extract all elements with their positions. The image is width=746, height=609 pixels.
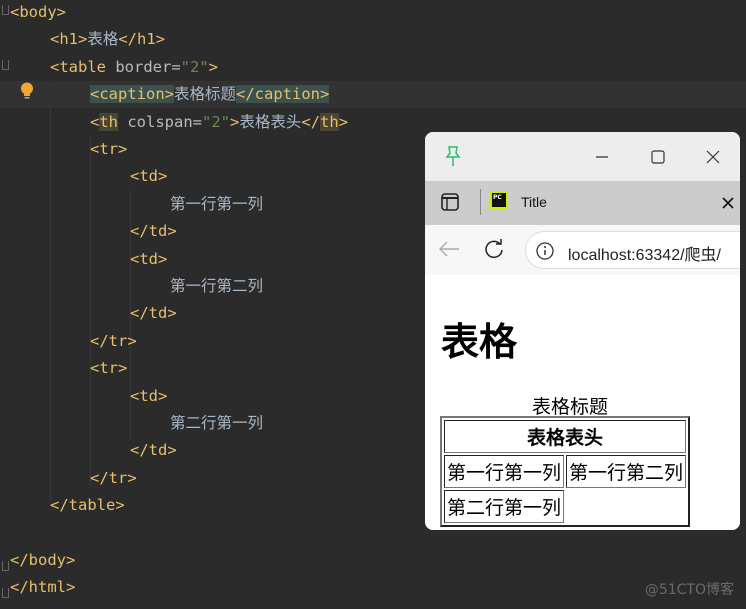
table-row: 第二行第一列 xyxy=(444,490,686,523)
code-line[interactable]: </html> xyxy=(0,574,75,601)
code-token: 第一行第二列 xyxy=(170,277,264,295)
code-token: <tr> xyxy=(90,359,128,378)
code-token: </ xyxy=(301,112,321,131)
code-line[interactable]: <body> xyxy=(0,0,66,26)
code-token: <td> xyxy=(130,167,168,186)
code-line[interactable]: 第一行第二列 xyxy=(0,273,263,300)
fold-marker-icon[interactable] xyxy=(2,59,9,70)
url-text: localhost:63342/爬虫/ xyxy=(568,247,721,264)
code-line[interactable]: </body> xyxy=(0,547,75,574)
fold-marker-icon[interactable] xyxy=(2,5,9,15)
refresh-icon[interactable] xyxy=(484,239,504,259)
table-caption: 表格标题 xyxy=(531,396,608,418)
code-token: < xyxy=(90,112,100,131)
code-token: 表格表头 xyxy=(239,112,302,131)
code-line[interactable]: <td> xyxy=(0,163,167,190)
watermark: @51CTO博客 xyxy=(644,582,734,598)
code-line[interactable]: </td> xyxy=(0,437,177,464)
code-token: </table> xyxy=(50,496,125,515)
back-icon[interactable] xyxy=(438,240,460,258)
code-line[interactable]: <th colspan="2">表格表头</th> xyxy=(0,109,348,136)
code-line[interactable]: </td> xyxy=(0,300,177,327)
close-window-icon[interactable] xyxy=(706,150,720,164)
table-header-row: 表格表头 xyxy=(444,420,687,453)
code-line[interactable]: <td> xyxy=(0,383,167,410)
code-token: </td> xyxy=(130,441,177,460)
code-token: 第一行第一列 xyxy=(170,194,264,213)
minimize-icon[interactable] xyxy=(595,150,609,164)
table-cell: 第二行第一列 xyxy=(444,490,565,523)
code-line[interactable]: <tr> xyxy=(0,136,127,163)
tab-bar: PC Title xyxy=(425,181,740,225)
code-token: th xyxy=(99,112,119,131)
code-token: </caption> xyxy=(236,85,330,104)
code-token: <table xyxy=(50,57,116,76)
code-token: </td> xyxy=(130,222,177,241)
code-line[interactable]: 第二行第一列 xyxy=(0,410,263,437)
fold-marker-icon[interactable] xyxy=(2,588,9,599)
code-line[interactable]: <caption>表格标题</caption> xyxy=(0,81,746,109)
code-token: <caption> xyxy=(90,85,174,104)
code-token: "2" xyxy=(202,112,231,131)
maximize-icon[interactable] xyxy=(651,150,665,164)
code-token: > xyxy=(208,57,218,76)
code-token: > xyxy=(338,112,349,131)
code-line[interactable]: <tr> xyxy=(0,355,127,382)
page-heading: 表格 xyxy=(441,320,518,364)
browser-window: PC Title localhost:63342/爬虫/ 表格 表格标题 表格表… xyxy=(425,132,740,530)
tab-title[interactable]: PC Title xyxy=(487,181,737,225)
close-tab-icon[interactable] xyxy=(722,197,734,209)
code-line[interactable]: </td> xyxy=(0,218,177,245)
table-cell: 第一行第一列 xyxy=(444,455,565,488)
code-token: 第二行第一列 xyxy=(170,414,264,432)
code-token: </body> xyxy=(10,551,76,569)
code-line[interactable]: </table> xyxy=(0,492,125,519)
data-table: 表格表头 第一行第一列 第一行第二列 第二行第一列 xyxy=(440,416,691,527)
table-header: 表格表头 xyxy=(444,420,687,453)
code-token: 表格 xyxy=(87,30,119,49)
tab-label: Title xyxy=(521,194,547,210)
sidebar-toggle-icon[interactable] xyxy=(441,193,459,211)
navigation-bar: localhost:63342/爬虫/ xyxy=(425,225,740,275)
code-line[interactable]: </tr> xyxy=(0,465,137,492)
fold-marker-icon[interactable] xyxy=(2,561,9,571)
code-token: > xyxy=(230,112,240,131)
code-token: <body> xyxy=(10,3,66,21)
code-token: <tr> xyxy=(90,140,128,158)
pin-icon[interactable] xyxy=(445,146,461,168)
code-token: th xyxy=(320,112,339,131)
code-line[interactable] xyxy=(0,520,10,547)
code-line[interactable]: 第一行第一列 xyxy=(0,191,263,218)
divider xyxy=(480,189,481,215)
code-token: border= xyxy=(115,57,181,76)
table-cell: 第一行第二列 xyxy=(566,455,687,488)
code-token: </tr> xyxy=(90,468,137,487)
code-line[interactable]: <table border="2"> xyxy=(0,54,218,81)
code-token: </h1> xyxy=(118,30,166,49)
code-token: </tr> xyxy=(90,331,137,350)
code-token: <td> xyxy=(130,386,168,405)
code-token: 表格标题 xyxy=(174,85,237,104)
page-content: 表格 表格标题 表格表头 第一行第一列 第一行第二列 第二行第一列 xyxy=(429,275,740,530)
info-icon[interactable] xyxy=(536,242,554,260)
lightbulb-icon[interactable] xyxy=(20,82,34,100)
code-line[interactable]: </tr> xyxy=(0,328,137,355)
code-token: colspan= xyxy=(118,112,203,131)
title-bar xyxy=(425,132,740,181)
code-line[interactable]: <h1>表格</h1> xyxy=(0,26,165,53)
code-token: </td> xyxy=(130,304,177,323)
pycharm-favicon: PC xyxy=(490,191,508,209)
address-bar[interactable]: localhost:63342/爬虫/ xyxy=(525,231,740,269)
code-token: </html> xyxy=(10,578,76,597)
table-row: 第一行第一列 第一行第二列 xyxy=(444,455,687,488)
code-token: <h1> xyxy=(50,30,88,49)
code-token: <td> xyxy=(130,249,168,268)
code-token: "2" xyxy=(180,57,209,76)
code-line[interactable]: <td> xyxy=(0,246,167,273)
